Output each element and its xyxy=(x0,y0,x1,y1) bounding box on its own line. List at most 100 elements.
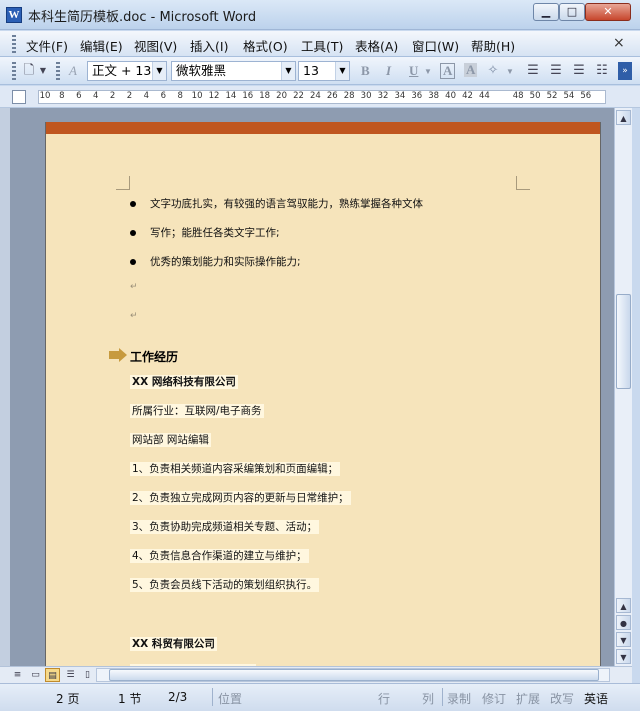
horizontal-scroll-area: ≡ ▭ ▤ ☰ ▯ xyxy=(0,666,632,683)
ruler-number: 54 xyxy=(563,91,575,101)
duty-text: 2、负责独立完成网页内容的更新与日常维护； xyxy=(130,491,351,505)
status-overtype[interactable]: 改写 xyxy=(550,690,574,707)
font-size-select[interactable]: 13 ▼ xyxy=(298,61,350,81)
status-revise[interactable]: 修订 xyxy=(482,690,506,707)
menu-window[interactable]: 窗口(W) xyxy=(412,36,459,55)
duty-text: 4、负责信息合作渠道的建立与维护； xyxy=(130,549,309,563)
duty-line[interactable]: 3、负责协助完成频道相关专题、活动； xyxy=(130,519,320,534)
font-select[interactable]: 微软雅黑 ▼ xyxy=(171,61,296,81)
scroll-up-icon[interactable]: ▲ xyxy=(616,110,631,125)
formatting-toolbar: 🗋 ▼ A 正文 + 13 ▼ 微软雅黑 ▼ 13 ▼ B I U ▼ A A … xyxy=(0,57,640,85)
text-effects-icon[interactable]: ✧ xyxy=(484,62,502,80)
scroll-down-icon[interactable]: ▼ xyxy=(616,649,631,664)
menu-table[interactable]: 表格(A) xyxy=(355,36,398,55)
align-left-icon[interactable]: ☰ xyxy=(524,62,542,80)
horizontal-scrollbar[interactable] xyxy=(96,668,610,682)
menubar-grip[interactable] xyxy=(12,35,16,53)
bullet-icon xyxy=(130,230,136,236)
reading-layout-icon[interactable]: ▯ xyxy=(80,668,95,682)
menu-tools[interactable]: 工具(T) xyxy=(301,36,343,55)
justify-icon[interactable]: ☷ xyxy=(593,62,611,80)
close-button[interactable]: ✕ xyxy=(585,3,631,21)
company-name[interactable]: XX 网络科技有限公司 xyxy=(130,374,238,389)
ruler-number: 10 xyxy=(191,91,203,101)
menu-help[interactable]: 帮助(H) xyxy=(471,36,515,55)
menu-format[interactable]: 格式(O) xyxy=(243,36,288,55)
next-page-icon[interactable]: ▼ xyxy=(616,632,631,647)
menu-edit[interactable]: 编辑(E) xyxy=(80,36,123,55)
ruler-number: 36 xyxy=(411,91,423,101)
toolbar-grip[interactable] xyxy=(12,62,16,80)
bullet-line[interactable]: 文字功底扎实，有较强的语言驾驭能力，熟练掌握各种文体 xyxy=(150,196,423,211)
toolbar-dropdown-icon[interactable]: ▼ xyxy=(38,62,48,80)
window-title: 本科生简历模板.doc - Microsoft Word xyxy=(28,10,257,25)
menu-view[interactable]: 视图(V) xyxy=(134,36,177,55)
vertical-ruler xyxy=(0,108,10,666)
maximize-button[interactable]: □ xyxy=(559,3,585,21)
section-title[interactable]: 工作经历 xyxy=(130,348,178,365)
print-layout-icon[interactable]: ▤ xyxy=(45,668,60,682)
menu-insert[interactable]: 插入(I) xyxy=(190,36,228,55)
duty-line[interactable]: 5、负责会员线下活动的策划组织执行。 xyxy=(130,577,320,592)
normal-view-icon[interactable]: ≡ xyxy=(10,668,25,682)
bullet-text: 写作；能胜任各类文字工作; xyxy=(150,227,280,239)
close-icon: ✕ xyxy=(603,5,613,18)
bullet-line[interactable]: 写作；能胜任各类文字工作; xyxy=(150,225,280,240)
style-value: 正文 + 13 xyxy=(92,63,152,78)
char-border-button[interactable]: A xyxy=(440,63,456,79)
ruler-number: 42 xyxy=(462,91,473,101)
status-extend[interactable]: 扩展 xyxy=(516,690,540,707)
margin-corner-mark xyxy=(116,176,130,190)
underline-dropdown-icon[interactable]: ▼ xyxy=(424,67,432,76)
ruler-number: 4 xyxy=(92,91,99,101)
ruler-number: 26 xyxy=(326,91,338,101)
section-arrow-icon xyxy=(109,348,127,362)
style-select[interactable]: 正文 + 13 ▼ xyxy=(87,61,167,81)
ruler-number: 44 xyxy=(478,91,490,101)
font-value: 微软雅黑 xyxy=(176,63,227,78)
vertical-scrollbar[interactable]: ▲ ▲ ● ▼ ▼ xyxy=(614,108,632,666)
company-name[interactable]: XX 科贸有限公司 xyxy=(130,636,217,651)
menu-file[interactable]: 文件(F) xyxy=(26,36,68,55)
bold-button[interactable]: B xyxy=(361,63,370,79)
ruler-number: 40 xyxy=(445,91,457,101)
web-layout-icon[interactable]: ▭ xyxy=(28,668,43,682)
new-document-icon[interactable]: 🗋 xyxy=(20,62,38,80)
vertical-scroll-thumb[interactable] xyxy=(616,294,631,389)
outline-view-icon[interactable]: ☰ xyxy=(63,668,78,682)
document-page[interactable]: 文字功底扎实，有较强的语言驾驭能力，熟练掌握各种文体 写作；能胜任各类文字工作;… xyxy=(45,122,601,666)
horizontal-scroll-thumb[interactable] xyxy=(109,669,599,681)
status-position: 位置 xyxy=(218,692,243,706)
char-shading-button[interactable]: A xyxy=(464,63,478,77)
department-text: 网站部 网站编辑 xyxy=(130,433,211,447)
align-center-icon[interactable]: ☰ xyxy=(547,62,565,80)
duty-line[interactable]: 4、负责信息合作渠道的建立与维护； xyxy=(130,548,309,563)
minimize-button[interactable]: ▁ xyxy=(533,3,559,21)
ruler-number: 52 xyxy=(546,91,558,101)
status-record[interactable]: 录制 xyxy=(447,690,471,707)
toolbar-options-icon[interactable]: » xyxy=(618,62,632,80)
effects-dropdown-icon[interactable]: ▼ xyxy=(506,67,514,76)
duty-line[interactable]: 1、负责相关频道内容采编策划和页面编辑； xyxy=(130,461,341,476)
department-line[interactable]: 网站部 网站编辑 xyxy=(130,432,211,447)
align-right-icon[interactable]: ☰ xyxy=(570,62,588,80)
toolbar-grip-2[interactable] xyxy=(56,62,60,80)
bullet-line[interactable]: 优秀的策划能力和实际操作能力; xyxy=(150,254,301,269)
underline-button[interactable]: U xyxy=(409,63,418,79)
industry-text: 所属行业：互联网/电子商务 xyxy=(130,404,264,418)
italic-button[interactable]: I xyxy=(386,63,391,79)
duty-line[interactable]: 2、负责独立完成网页内容的更新与日常维护； xyxy=(130,490,351,505)
ruler-number: 56 xyxy=(580,91,592,101)
previous-page-icon[interactable]: ▲ xyxy=(616,598,631,613)
document-viewport: 文字功底扎实，有较强的语言驾驭能力，熟练掌握各种文体 写作；能胜任各类文字工作;… xyxy=(0,108,614,666)
font-size-value: 13 xyxy=(303,63,319,78)
doc-close-icon[interactable]: × xyxy=(613,35,625,51)
styles-pane-icon[interactable]: A xyxy=(64,62,82,80)
ruler-number: 30 xyxy=(360,91,372,101)
chevron-down-icon: ▼ xyxy=(152,62,166,80)
ruler-number: 6 xyxy=(160,91,167,101)
industry-line[interactable]: 所属行业：互联网/电子商务 xyxy=(130,403,264,418)
tab-stop-selector-icon[interactable] xyxy=(12,90,26,104)
browse-object-icon[interactable]: ● xyxy=(616,615,631,630)
horizontal-ruler[interactable]: 10 8 6 4 2 2 4 6 8 10 12 14 16 18 20 22 24 26 28 30 32 34 36 38… xyxy=(38,90,606,104)
